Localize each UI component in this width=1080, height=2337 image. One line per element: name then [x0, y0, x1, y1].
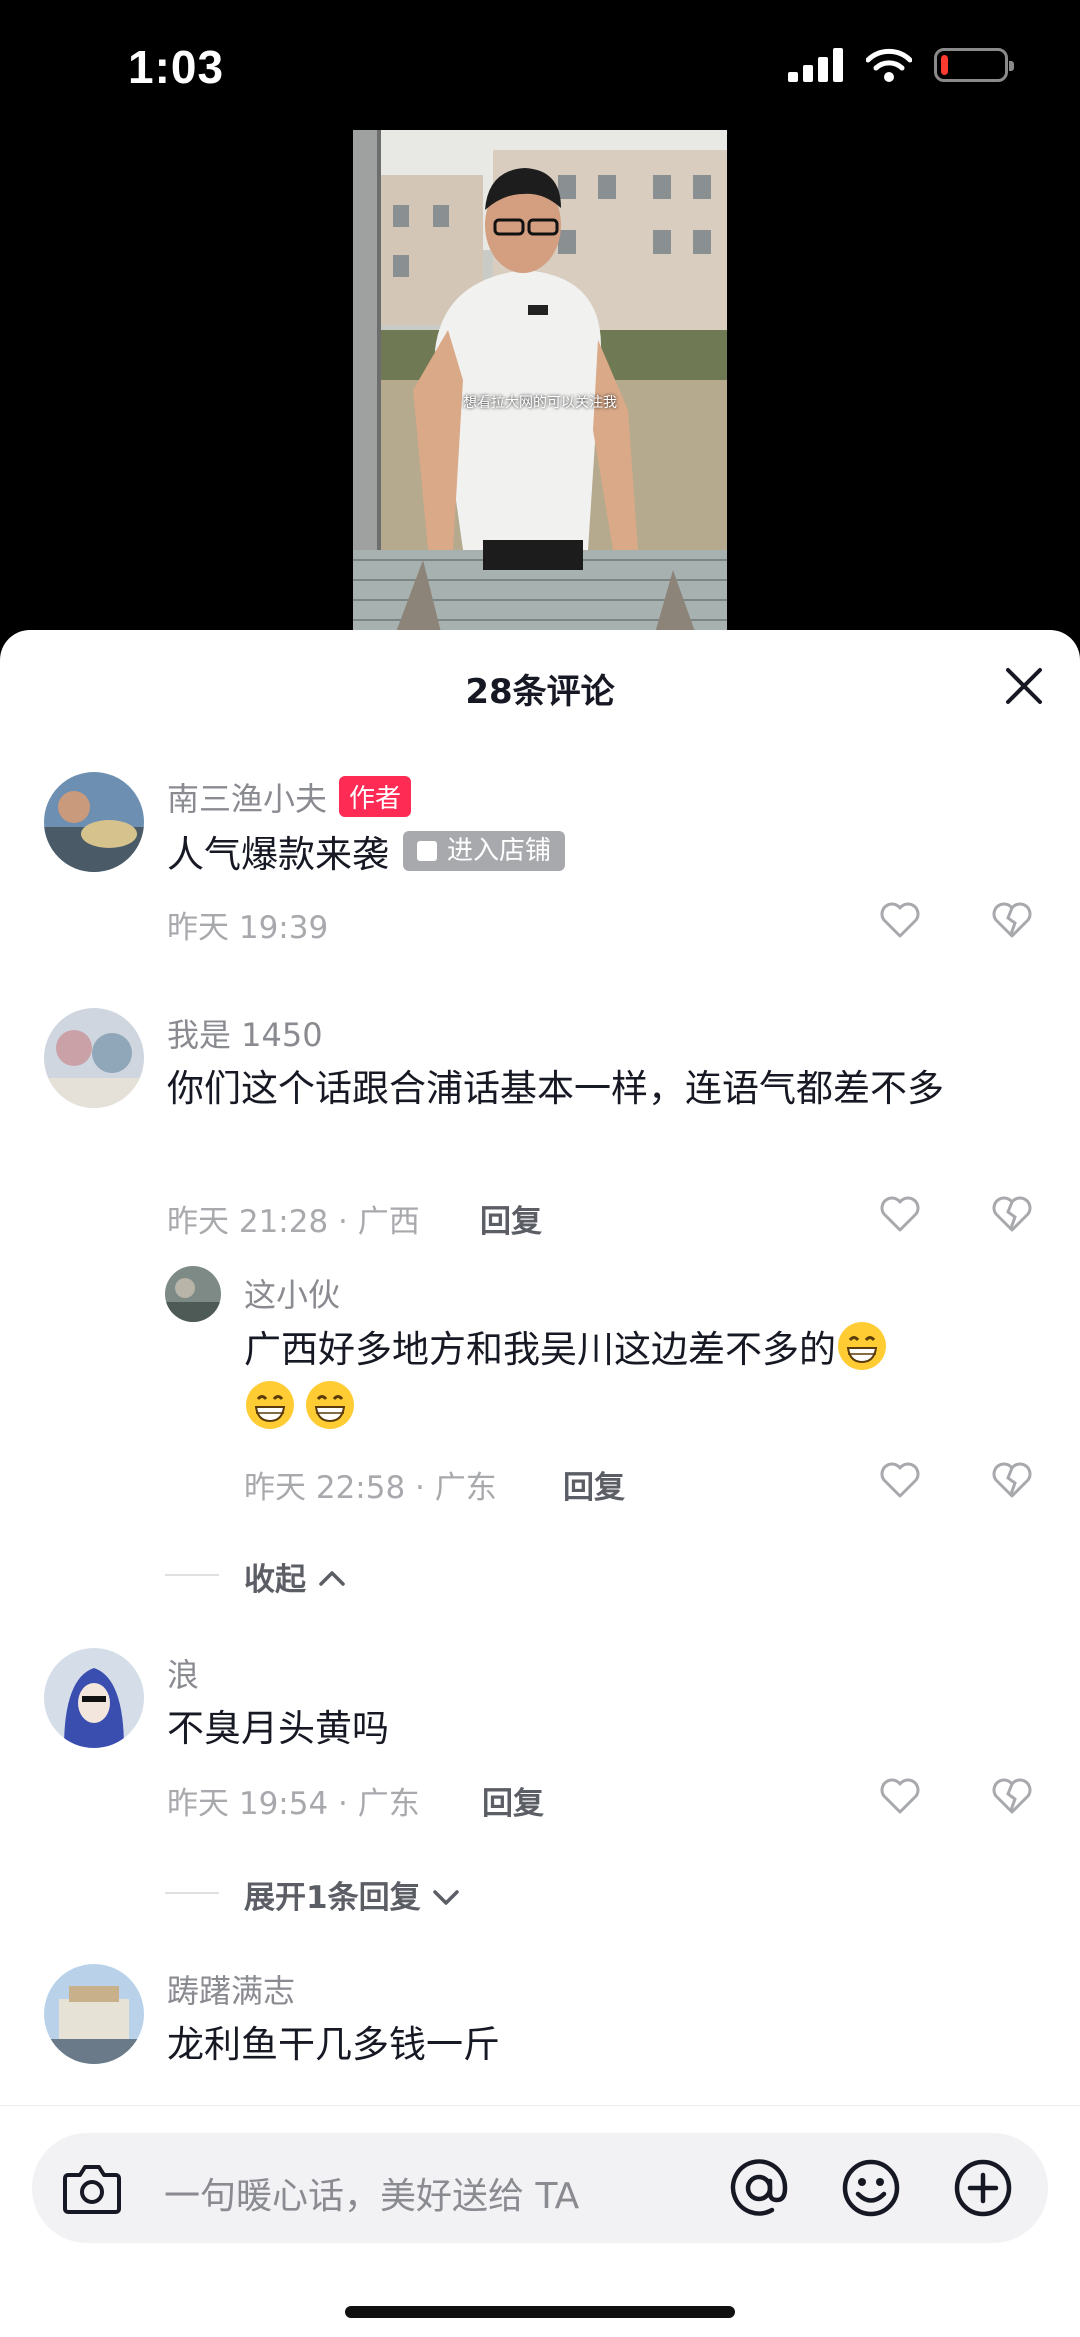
avatar[interactable]: [44, 1008, 144, 1108]
camera-icon[interactable]: [62, 2161, 122, 2215]
chevron-up-icon: [319, 1571, 345, 1586]
reply-button[interactable]: 回复: [482, 1778, 544, 1823]
comment-text: 人气爆款来袭 进入店铺: [167, 826, 987, 884]
battery-level: [941, 55, 948, 75]
broken-heart-icon[interactable]: [990, 1458, 1034, 1502]
chevron-down-icon: [433, 1890, 460, 1905]
broken-heart-icon[interactable]: [990, 1192, 1034, 1236]
heart-icon[interactable]: [878, 1774, 922, 1818]
input-placeholder[interactable]: 一句暖心话，美好送给 TA: [164, 2167, 579, 2219]
reply-avatar[interactable]: [165, 1266, 221, 1322]
heart-icon[interactable]: [878, 1458, 922, 1502]
broken-heart-icon[interactable]: [990, 898, 1034, 942]
grin-emoji-icon: [246, 1381, 294, 1429]
home-indicator[interactable]: [345, 2306, 735, 2318]
collapse-replies-button[interactable]: 收起: [244, 1554, 347, 1599]
reply-username[interactable]: 这小伙: [244, 1270, 340, 1316]
comment-text: 你们这个话跟合浦话基本一样，连语气都差不多: [167, 1067, 944, 1110]
comment-text: 龙利鱼干几多钱一斤: [167, 2023, 500, 2066]
comment-time: 昨天 19:54 · 广东: [167, 1786, 420, 1822]
close-icon[interactable]: [996, 658, 1052, 714]
comment-username[interactable]: 南三渔小夫 作者: [167, 774, 412, 820]
comment-username[interactable]: 踌躇满志: [167, 1966, 295, 2012]
comment-input[interactable]: 一句暖心话，美好送给 TA: [32, 2133, 1048, 2243]
reply-button[interactable]: 回复: [563, 1462, 625, 1507]
comment-sheet: 28条评论 南三渔小夫 作者 人气爆款来袭 进入店铺 昨天 19:39 我是 145…: [0, 630, 1080, 2337]
wifi-icon: [866, 48, 912, 82]
comment-time: 昨天 21:28 · 广西: [167, 1204, 420, 1240]
broken-heart-icon[interactable]: [990, 1774, 1034, 1818]
status-icons: [788, 48, 1014, 82]
signal-icon: [788, 48, 843, 82]
heart-icon[interactable]: [878, 1192, 922, 1236]
comment-list[interactable]: 28条评论 南三渔小夫 作者 人气爆款来袭 进入店铺 昨天 19:39 我是 145…: [0, 630, 1080, 2105]
heart-icon[interactable]: [878, 898, 922, 942]
reply-text: 广西好多地方和我吴川这边差不多的: [244, 1320, 1024, 1438]
comment-time: 昨天 19:39: [167, 910, 329, 946]
shop-link[interactable]: 进入店铺: [403, 831, 566, 871]
shopping-bag-icon: [417, 841, 437, 861]
expand-replies-button[interactable]: 展开1条回复: [244, 1872, 461, 1917]
shop-link-label: 进入店铺: [447, 836, 552, 866]
collapse-label[interactable]: 收起: [244, 1562, 306, 1598]
expand-label[interactable]: 展开1条回复: [244, 1880, 421, 1916]
comment-username[interactable]: 我是 1450: [167, 1010, 323, 1056]
video-frame: [353, 130, 727, 640]
at-icon[interactable]: [728, 2157, 790, 2219]
reply-time: 昨天 22:58 · 广东: [244, 1470, 497, 1506]
video-player[interactable]: 想看拉大网的可以关注我: [353, 130, 727, 640]
avatar[interactable]: [44, 1964, 144, 2064]
author-badge: 作者: [339, 776, 412, 817]
status-bar: 1:03: [0, 0, 1080, 130]
comment-text-content: 人气爆款来袭: [167, 833, 389, 876]
battery-icon: [934, 48, 1014, 82]
grin-emoji-icon: [306, 1381, 354, 1429]
plus-circle-icon[interactable]: [952, 2157, 1014, 2219]
username-text[interactable]: 南三渔小夫: [167, 780, 327, 818]
status-time: 1:03: [128, 41, 225, 93]
comment-text: 不臭月头黄吗: [167, 1707, 389, 1750]
avatar[interactable]: [44, 1648, 144, 1748]
emoji-icon[interactable]: [840, 2157, 902, 2219]
comment-input-area: 一句暖心话，美好送给 TA: [0, 2105, 1080, 2337]
avatar[interactable]: [44, 772, 144, 872]
reply-text-content: 广西好多地方和我吴川这边差不多的: [244, 1328, 836, 1371]
fold-divider: [165, 1574, 219, 1576]
grin-emoji-icon: [838, 1322, 886, 1370]
video-caption: 想看拉大网的可以关注我: [463, 395, 617, 411]
comment-count-title: 28条评论: [465, 672, 615, 712]
comment-username[interactable]: 浪: [167, 1650, 199, 1696]
reply-button[interactable]: 回复: [480, 1196, 542, 1241]
expand-divider: [165, 1892, 219, 1894]
